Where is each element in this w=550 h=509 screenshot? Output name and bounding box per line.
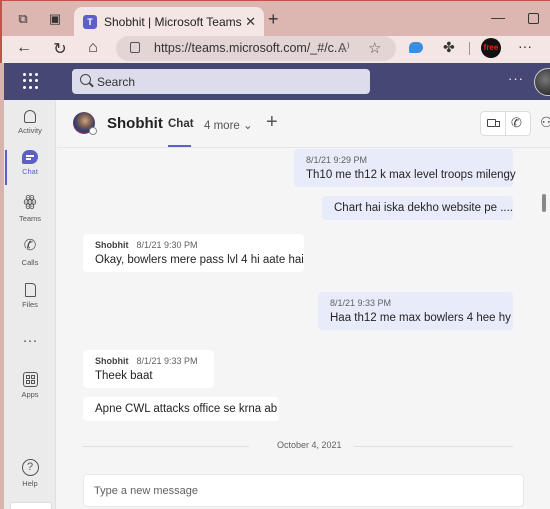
rail-item-activity[interactable]: Activity — [4, 108, 56, 148]
contact-name: Shobhit — [107, 115, 163, 132]
message-text: Chart hai iska dekho website pe .... — [334, 202, 513, 214]
message-time: 8/1/21 9:33 PM — [136, 356, 198, 366]
message-time: 8/1/21 9:30 PM — [136, 240, 198, 250]
message-author: Shobhit — [95, 240, 129, 250]
workspaces-icon[interactable]: ⧉ — [15, 11, 31, 27]
help-icon: ? — [21, 459, 39, 476]
rail-item-apps[interactable]: Apps — [4, 371, 56, 411]
search-placeholder: Search — [97, 75, 136, 89]
divider-line — [353, 446, 513, 447]
search-icon — [80, 74, 91, 85]
message-text: Haa th12 me max bowlers 4 hee hy — [330, 312, 511, 324]
rail-label: Activity — [18, 126, 42, 135]
divider-line — [83, 446, 249, 447]
browser-tab-teams[interactable]: T Shobhit | Microsoft Teams ✕ — [74, 7, 264, 37]
profile-free-badge[interactable]: free — [481, 38, 501, 58]
apps-icon — [22, 372, 38, 387]
minimize-button[interactable]: — — [491, 9, 505, 25]
browser-more-icon[interactable]: ··· — [518, 38, 532, 54]
read-aloud-icon[interactable]: A⁾ — [338, 40, 350, 56]
copilot-icon[interactable] — [409, 42, 423, 53]
call-buttons: ✆ — [480, 111, 531, 136]
teams-logo-icon: T — [83, 15, 97, 29]
rail-item-more-apps[interactable]: ··· — [4, 332, 56, 372]
add-tab-button[interactable]: + — [266, 111, 278, 134]
divider — [505, 112, 506, 135]
tab-actions-icon[interactable]: ▣ — [47, 11, 63, 27]
people-icon[interactable]: ⚇ — [540, 114, 550, 131]
message-time: 8/1/21 9:33 PM — [330, 298, 392, 308]
tab-chat[interactable]: Chat — [168, 118, 194, 130]
user-avatar[interactable] — [534, 68, 550, 96]
message-received[interactable]: Shobhit 8/1/21 9:33 PM Theek baat — [83, 350, 214, 388]
rail-label: Files — [22, 300, 38, 309]
close-tab-icon[interactable]: ✕ — [245, 14, 256, 30]
teams-icon: ꙮ — [23, 193, 37, 210]
favorite-star-icon[interactable]: ☆ — [368, 39, 381, 57]
rail-bottom-button[interactable] — [10, 502, 52, 509]
message-text: Okay, bowlers mere pass lvl 4 hi aate ha… — [95, 254, 304, 266]
home-button[interactable]: ⌂ — [83, 39, 103, 57]
video-call-icon[interactable] — [487, 119, 500, 127]
active-tab-underline — [168, 145, 191, 147]
maximize-button[interactable] — [528, 13, 539, 24]
message-sent[interactable]: 8/1/21 9:33 PM Haa th12 me max bowlers 4… — [318, 292, 513, 330]
rail-item-files[interactable]: Files — [4, 281, 56, 321]
audio-call-icon[interactable]: ✆ — [511, 115, 522, 131]
search-box[interactable]: Search — [72, 69, 370, 94]
message-received[interactable]: Apne CWL attacks office se krna ab — [83, 397, 279, 421]
message-text: Theek baat — [95, 370, 153, 382]
bell-icon — [24, 110, 36, 123]
rail-label: Chat — [22, 167, 38, 176]
message-input[interactable] — [84, 475, 523, 506]
chat-header: Shobhit Chat 4 more ⌄ + ✆ ⚇ — [57, 100, 550, 148]
phone-icon: ✆ — [23, 237, 37, 254]
message-time: 8/1/21 9:29 PM — [306, 155, 368, 165]
message-author: Shobhit — [95, 356, 129, 366]
rail-label: Help — [22, 479, 38, 488]
more-dots-icon: ··· — [22, 332, 38, 349]
settings-more-icon[interactable]: ··· — [508, 71, 524, 86]
message-list: 8/1/21 9:29 PM Th10 me th12 k max level … — [57, 149, 550, 479]
message-sent[interactable]: 8/1/21 9:29 PM Th10 me th12 k max level … — [294, 149, 516, 187]
teams-app: Search ··· Activity Chat ꙮ Teams ✆ Calls… — [4, 63, 550, 509]
app-launcher-icon[interactable] — [23, 73, 39, 89]
refresh-button[interactable]: ↻ — [50, 39, 70, 59]
rail-item-chat[interactable]: Chat — [4, 148, 56, 188]
rail-item-calls[interactable]: ✆ Calls — [4, 237, 56, 277]
rail-item-help[interactable]: ? Help — [4, 459, 56, 499]
file-icon — [24, 283, 36, 297]
message-text: Th10 me th12 k max level troops milengy — [306, 169, 516, 181]
rail-item-teams[interactable]: ꙮ Teams — [4, 193, 56, 233]
chat-icon — [22, 150, 38, 164]
rail-label: Apps — [21, 390, 39, 399]
scrollbar-thumb[interactable] — [542, 194, 546, 212]
message-sent[interactable]: Chart hai iska dekho website pe .... — [322, 196, 513, 220]
date-divider: October 4, 2021 — [83, 440, 513, 452]
tab-title: Shobhit | Microsoft Teams — [104, 15, 242, 29]
address-bar[interactable]: https://teams.microsoft.com/_#/c... A⁾ ☆ — [116, 36, 396, 61]
browser-tab-bar: ⧉ ▣ T Shobhit | Microsoft Teams ✕ + — — [0, 0, 550, 37]
extensions-icon[interactable]: ✤ — [443, 39, 455, 56]
rail-label: Teams — [18, 214, 42, 223]
toolbar-divider — [469, 42, 470, 55]
teams-top-bar: Search ··· — [4, 63, 550, 100]
new-tab-button[interactable]: + — [268, 9, 279, 30]
lock-icon[interactable] — [130, 42, 140, 53]
more-tabs-dropdown[interactable]: 4 more ⌄ — [204, 118, 253, 132]
url-text[interactable]: https://teams.microsoft.com/_#/c... — [154, 41, 344, 55]
back-button[interactable]: ← — [14, 39, 34, 57]
compose-box[interactable] — [83, 474, 524, 507]
rail-label: Calls — [21, 258, 39, 267]
presence-status-icon — [89, 127, 97, 135]
message-text: Apne CWL attacks office se krna ab — [95, 403, 278, 415]
active-indicator — [5, 150, 7, 185]
app-rail: Activity Chat ꙮ Teams ✆ Calls Files ··· … — [4, 100, 56, 509]
message-received[interactable]: Shobhit 8/1/21 9:30 PM Okay, bowlers mere… — [83, 234, 304, 272]
browser-toolbar: ← ↻ ⌂ https://teams.microsoft.com/_#/c..… — [0, 36, 550, 63]
date-divider-text: October 4, 2021 — [265, 440, 354, 450]
